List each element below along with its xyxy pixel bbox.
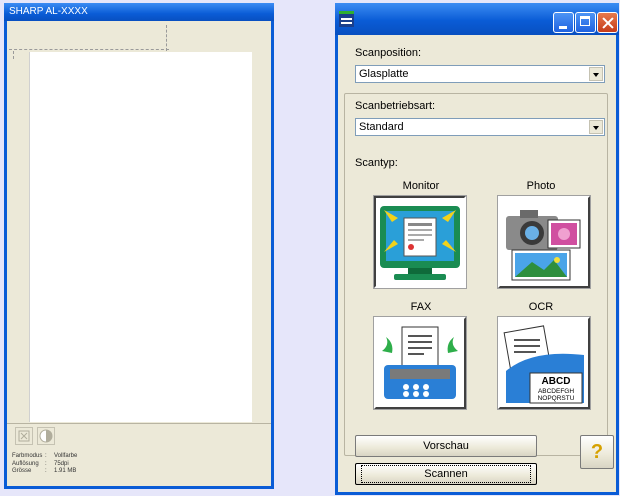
scan-button-label: Scannen xyxy=(361,465,531,483)
photo-option-button[interactable] xyxy=(497,195,591,289)
brightness-icon[interactable] xyxy=(37,427,55,445)
scan-button[interactable]: Scannen xyxy=(355,463,537,485)
minimize-button[interactable] xyxy=(553,12,574,33)
divider xyxy=(7,423,271,424)
photo-icon xyxy=(506,210,581,281)
info-row: Auflösung : 75dpi xyxy=(12,460,69,467)
ocr-icon-text: ABCDEFGH xyxy=(538,388,574,395)
monitor-icon xyxy=(380,206,460,280)
fax-option-button[interactable] xyxy=(373,316,467,410)
info-row: Farbmodus : Vollfarbe xyxy=(12,453,78,459)
ocr-icon-text: NOPQRSTU xyxy=(538,395,575,402)
ocr-option-label: OCR xyxy=(528,301,554,313)
preview-area[interactable] xyxy=(29,52,252,422)
scanposition-value: Glasplatte xyxy=(359,68,409,80)
ocr-option-button[interactable]: ABCD ABCDEFGH NOPQRSTU xyxy=(497,316,591,410)
monitor-option-button[interactable] xyxy=(373,195,467,289)
info-row: Grösse : 1.91 MB xyxy=(12,468,77,474)
ocr-icon-text: ABCD xyxy=(542,376,571,387)
maximize-button[interactable] xyxy=(575,12,596,33)
monitor-option-label: Monitor xyxy=(402,180,440,192)
crop-icon[interactable] xyxy=(15,427,33,445)
fax-option-label: FAX xyxy=(410,301,432,313)
preview-button[interactable]: Vorschau xyxy=(355,435,537,457)
app-icon xyxy=(339,11,354,27)
scan-info: Farbmodus : Vollfarbe Auflösung : 75dpi … xyxy=(12,453,77,476)
chevron-down-icon[interactable] xyxy=(589,120,603,134)
ocr-icon: ABCD ABCDEFGH NOPQRSTU xyxy=(503,325,584,404)
selection-guide-horizontal[interactable] xyxy=(9,49,169,50)
preview-window-body: Farbmodus : Vollfarbe Auflösung : 75dpi … xyxy=(7,21,271,486)
scanposition-select[interactable]: Glasplatte xyxy=(355,65,605,83)
scanbetriebsart-value: Standard xyxy=(359,121,404,133)
photo-option-label: Photo xyxy=(526,180,556,192)
scanposition-label: Scanposition: xyxy=(355,47,422,59)
close-button[interactable] xyxy=(597,12,618,33)
scanner-dialog: Scanposition: Glasplatte Scanbetriebsart… xyxy=(335,3,619,495)
dialog-titlebar[interactable] xyxy=(335,3,619,35)
dialog-body: Scanposition: Glasplatte Scanbetriebsart… xyxy=(338,35,616,492)
chevron-down-icon[interactable] xyxy=(589,67,603,81)
scantyp-label: Scantyp: xyxy=(355,157,398,169)
scanbetriebsart-select[interactable]: Standard xyxy=(355,118,605,136)
fax-icon xyxy=(382,326,458,399)
selection-guide-left xyxy=(13,51,14,59)
scanbetriebsart-label: Scanbetriebsart: xyxy=(355,100,436,112)
preview-window-title: SHARP AL-XXXX xyxy=(4,3,274,21)
help-button[interactable]: ? xyxy=(580,435,614,469)
preview-window: SHARP AL-XXXX Farbmodus : Vollfarbe Aufl… xyxy=(4,3,274,489)
selection-guide-vertical[interactable] xyxy=(166,25,167,51)
